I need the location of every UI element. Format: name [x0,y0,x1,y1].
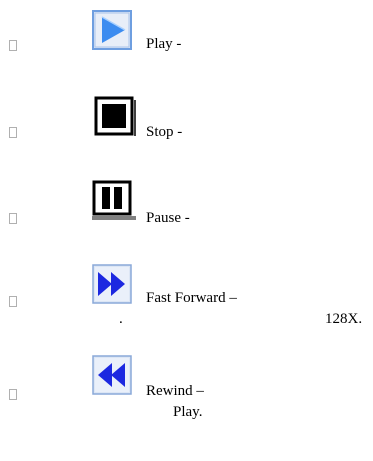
play-icon [92,10,132,50]
bullet-marker [9,296,17,307]
rewind-icon [92,355,132,395]
stop-label: Stop - [146,124,183,140]
bullet-marker [9,213,17,224]
fast-forward-label: Fast Forward – [146,290,237,306]
rewind-label: Rewind – [146,383,204,399]
fast-forward-icon [92,264,132,304]
play-label: Play - [146,36,182,52]
fast-forward-speed-text: 128X. [325,311,363,327]
fast-forward-dot: . [119,311,123,327]
rewind-play-text: Play. [173,404,203,420]
stop-icon [94,96,136,136]
pause-label: Pause - [146,210,190,226]
pause-icon [92,180,136,220]
bullet-marker [9,40,17,51]
bullet-marker [9,389,17,400]
bullet-marker [9,127,17,138]
